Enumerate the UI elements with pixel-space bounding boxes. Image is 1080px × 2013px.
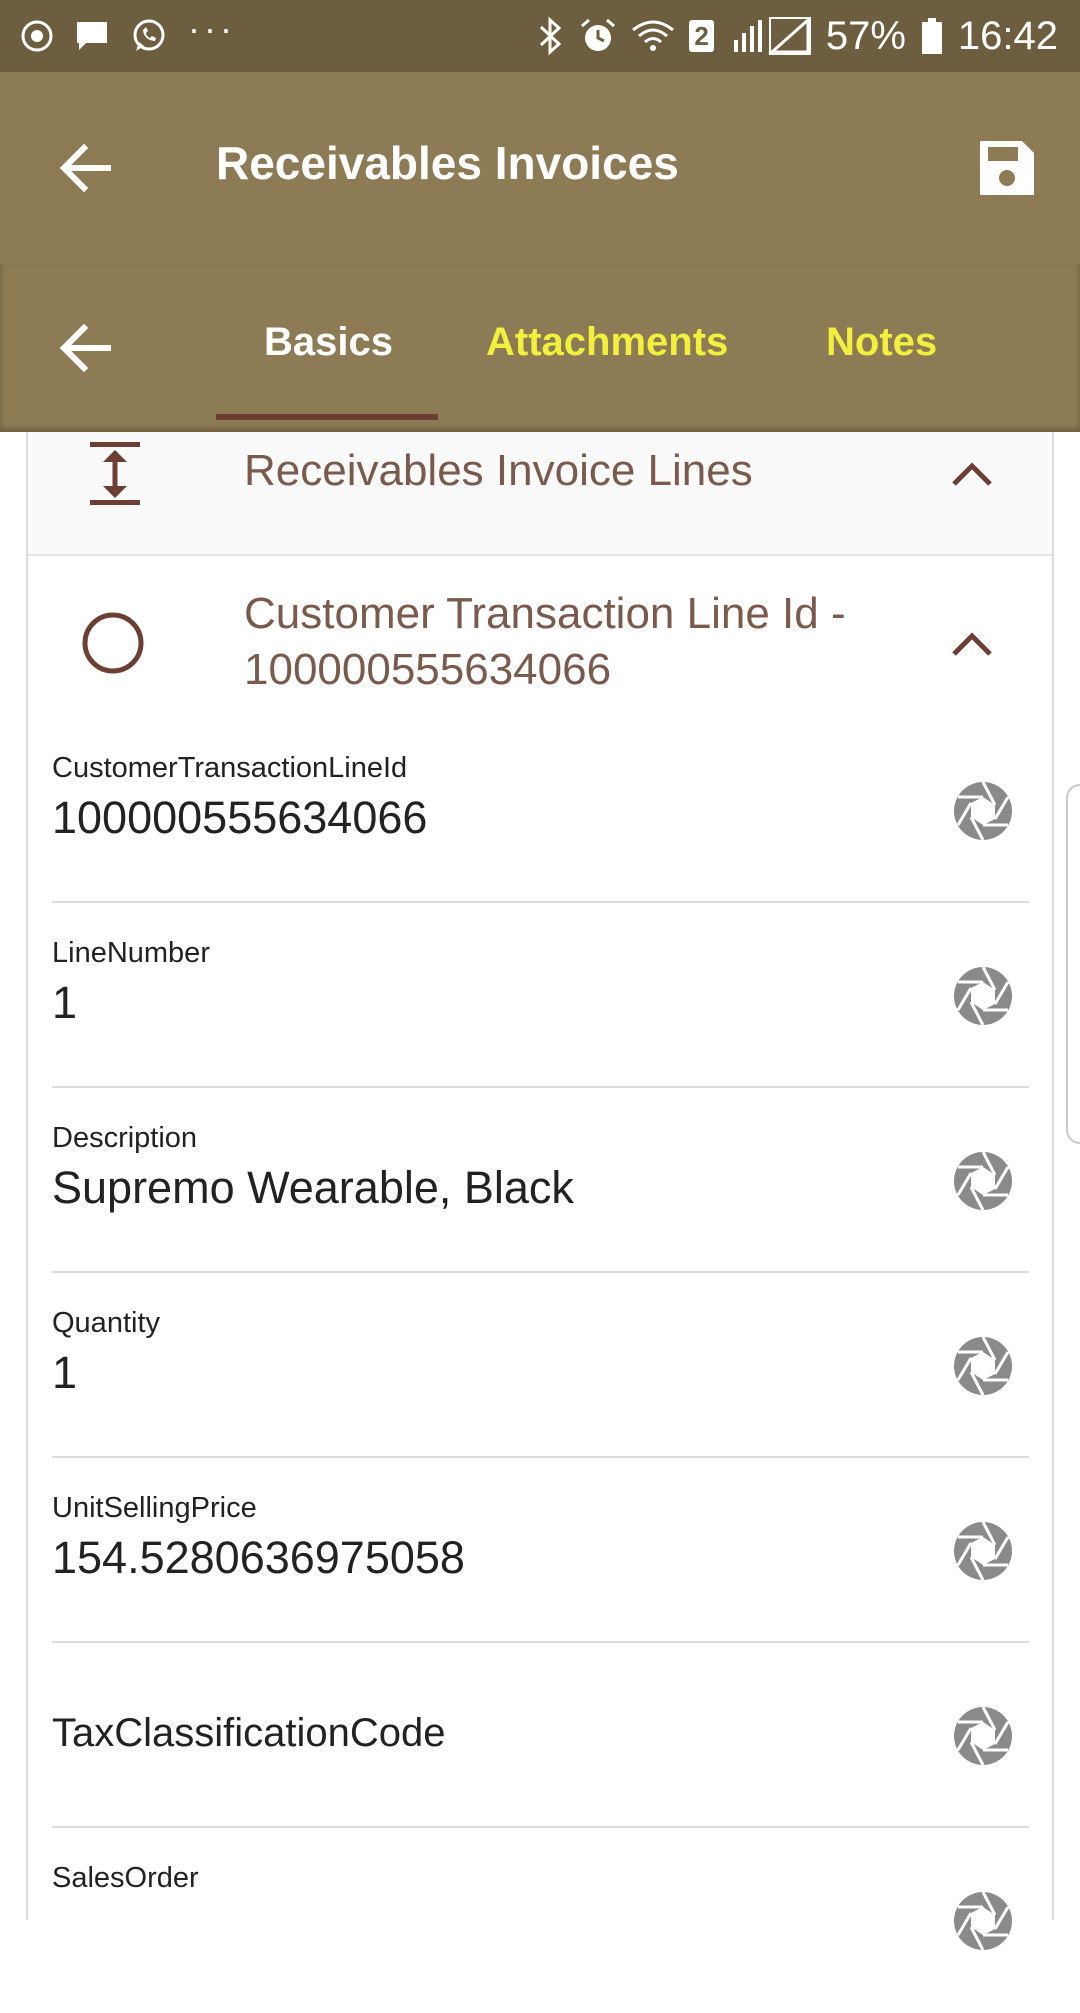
field-label: Description [52, 1122, 198, 1154]
camera-aperture-icon[interactable] [952, 965, 1014, 1027]
alarm-icon [581, 18, 616, 51]
overflow-dots: ··· [188, 8, 236, 49]
camera-aperture-icon[interactable] [952, 1150, 1014, 1212]
tab-bar: Basics Attachments Notes [0, 264, 1080, 432]
field-value: 1 [52, 977, 78, 1028]
sim-badge: 2 [689, 20, 714, 52]
status-bar-notifications: ··· [20, 8, 256, 55]
status-bar-system: 2 57% 16:42 [523, 14, 1058, 59]
radio-circle-icon[interactable] [80, 610, 146, 676]
field-line-number[interactable]: LineNumber 1 [52, 903, 1029, 1088]
field-quantity[interactable]: Quantity 1 [52, 1273, 1029, 1458]
message-icon [77, 22, 107, 50]
line-item-title: Customer Transaction Line Id - 100000555… [244, 589, 846, 694]
field-unit-selling-price[interactable]: UnitSellingPrice 154.5280636975058 [52, 1458, 1029, 1643]
battery-percent: 57% [825, 13, 906, 58]
app-bar: Receivables Invoices [0, 72, 1080, 264]
field-label: SalesOrder [52, 1862, 199, 1894]
field-label: Quantity [52, 1307, 160, 1339]
tab-attachments[interactable]: Attachments [486, 320, 728, 365]
camera-aperture-icon[interactable] [952, 1520, 1014, 1582]
field-label: LineNumber [52, 937, 210, 969]
page-title: Receivables Invoices [216, 137, 679, 189]
camera-aperture-icon[interactable] [952, 1705, 1014, 1767]
field-description[interactable]: Description Supremo Wearable, Black [52, 1088, 1029, 1273]
save-icon[interactable] [978, 139, 1036, 197]
arrow-back-icon[interactable] [56, 138, 116, 198]
detail-content: Receivables Invoice Lines Customer Trans… [26, 432, 1054, 1951]
edge-panel-handle[interactable] [1066, 784, 1080, 1144]
field-tax-classification-code[interactable]: TaxClassificationCode [52, 1643, 1029, 1828]
status-bar: ··· 2 57% 16:42 [0, 0, 1080, 72]
clock: 16:42 [957, 13, 1058, 58]
field-sales-order[interactable]: SalesOrder [52, 1828, 1029, 2013]
chevron-up-icon[interactable] [950, 628, 994, 658]
field-value: 154.5280636975058 [52, 1532, 465, 1583]
whatsapp-icon [133, 19, 165, 51]
field-placeholder: TaxClassificationCode [52, 1711, 446, 1755]
chevron-up-icon[interactable] [950, 458, 994, 488]
field-label: UnitSellingPrice [52, 1492, 257, 1524]
expand-vertical-icon [90, 442, 140, 505]
field-value: 1 [52, 1347, 78, 1398]
invoice-lines-title: Receivables Invoice Lines [244, 446, 753, 495]
wifi-icon [632, 20, 675, 51]
active-tab-indicator [216, 414, 438, 420]
signal-icon [733, 16, 811, 55]
line-item-section-header[interactable]: Customer Transaction Line Id - 100000555… [28, 558, 1052, 718]
play-circle-icon [21, 20, 53, 52]
camera-aperture-icon[interactable] [952, 1890, 1014, 1952]
field-label: CustomerTransactionLineId [52, 752, 408, 784]
battery-icon [921, 18, 942, 54]
invoice-lines-section-header[interactable]: Receivables Invoice Lines [28, 432, 1052, 556]
camera-aperture-icon[interactable] [952, 780, 1014, 842]
field-value: 100000555634066 [52, 792, 428, 843]
field-value: Supremo Wearable, Black [52, 1162, 574, 1213]
field-customer-transaction-line-id[interactable]: CustomerTransactionLineId 10000055563406… [52, 718, 1029, 903]
bluetooth-icon [540, 16, 562, 56]
tab-basics[interactable]: Basics [264, 320, 393, 365]
camera-aperture-icon[interactable] [952, 1335, 1014, 1397]
tab-notes[interactable]: Notes [826, 320, 937, 365]
tab-back-arrow-icon[interactable] [56, 318, 116, 378]
